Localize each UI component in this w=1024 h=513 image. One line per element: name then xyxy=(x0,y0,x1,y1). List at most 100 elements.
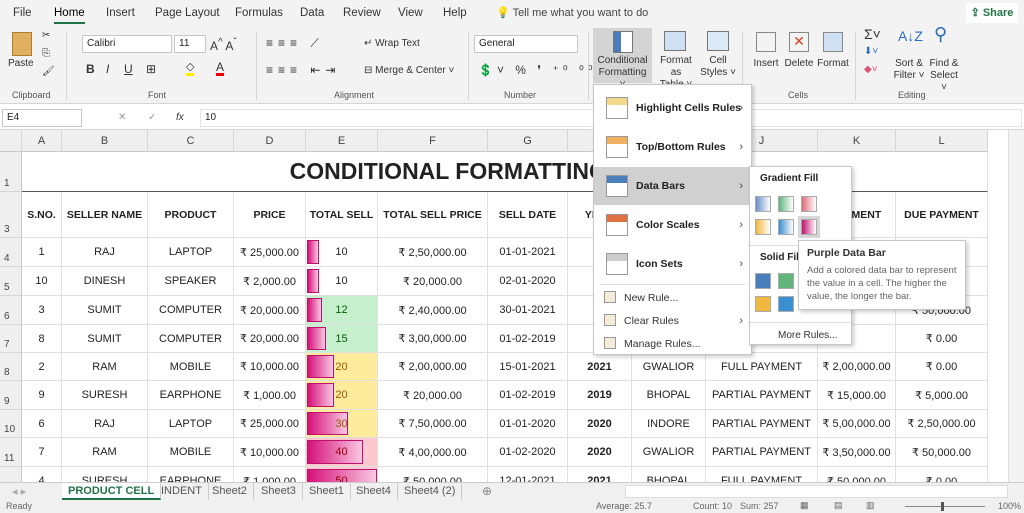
borders-icon[interactable]: ⊞ xyxy=(146,63,156,75)
table-cell[interactable]: ₹ 20,000.00 xyxy=(234,296,306,325)
table-cell[interactable]: RAJ xyxy=(62,238,148,267)
table-cell[interactable]: RAM xyxy=(62,353,148,381)
name-box[interactable]: E4 xyxy=(2,109,82,127)
table-cell[interactable]: GWALIOR xyxy=(632,353,706,381)
table-cell[interactable]: ₹ 0.00 xyxy=(896,467,988,482)
table-cell[interactable]: ₹ 2,40,000.00 xyxy=(378,296,488,325)
underline-icon[interactable]: U xyxy=(124,63,133,75)
solid-data-bar-option[interactable] xyxy=(778,273,794,289)
sheet-tab[interactable]: Sheet2 xyxy=(206,483,254,500)
table-cell[interactable]: ₹ 3,50,000.00 xyxy=(818,438,896,467)
share-button[interactable]: ⇪ Share xyxy=(966,3,1018,23)
table-cell[interactable]: 02-01-2020 xyxy=(488,267,568,296)
table-cell[interactable]: ₹ 25,000.00 xyxy=(234,238,306,267)
column-header-B[interactable]: B xyxy=(62,130,148,152)
paste-icon[interactable] xyxy=(12,32,32,56)
table-cell[interactable]: SURESH xyxy=(62,381,148,410)
table-cell[interactable]: ₹ 10,000.00 xyxy=(234,438,306,467)
total-sell-cell[interactable]: 12 xyxy=(306,296,378,325)
table-cell[interactable]: MOBILE xyxy=(148,438,234,467)
more-rules-item[interactable]: More Rules... xyxy=(778,330,837,341)
format-painter-icon[interactable]: 🖌 xyxy=(42,66,55,78)
add-sheet-icon[interactable]: ⊕ xyxy=(482,484,492,498)
table-cell[interactable]: ₹ 15,000.00 xyxy=(818,381,896,410)
sheet-tab[interactable]: Sheet1 xyxy=(303,483,351,500)
table-cell[interactable]: ₹ 50,000.00 xyxy=(818,467,896,482)
table-cell[interactable]: ₹ 20,000.00 xyxy=(234,325,306,353)
table-cell[interactable]: 7 xyxy=(22,438,62,467)
merge-center-button[interactable]: ⊟ Merge & Center ˅ xyxy=(364,65,454,77)
table-cell[interactable]: ₹ 5,00,000.00 xyxy=(818,410,896,438)
tab-data[interactable]: Data xyxy=(300,7,324,19)
select-all-button[interactable] xyxy=(0,130,22,152)
total-sell-cell[interactable]: 50 xyxy=(306,467,378,482)
table-cell[interactable]: ₹ 7,50,000.00 xyxy=(378,410,488,438)
total-sell-cell[interactable]: 10 xyxy=(306,238,378,267)
table-cell[interactable]: EARPHONE xyxy=(148,381,234,410)
table-cell[interactable]: ₹ 2,50,000.00 xyxy=(896,410,988,438)
zoom-slider[interactable] xyxy=(905,502,985,511)
column-header-E[interactable]: E xyxy=(306,130,378,152)
sheet-tab[interactable]: Sheet3 xyxy=(255,483,303,500)
cancel-icon[interactable]: ✕ xyxy=(118,112,126,124)
table-cell[interactable]: ₹ 50,000.00 xyxy=(378,467,488,482)
header-cell[interactable]: SELLER NAME xyxy=(62,192,148,238)
table-cell[interactable]: EARPHONE xyxy=(148,467,234,482)
column-header-A[interactable]: A xyxy=(22,130,62,152)
sheet-tab[interactable]: Sheet4 (2) xyxy=(398,483,463,500)
header-cell[interactable]: PRODUCT xyxy=(148,192,234,238)
table-cell[interactable]: BHOPAL xyxy=(632,467,706,482)
autosum-icon[interactable]: Σ˅ xyxy=(864,27,881,41)
table-cell[interactable]: ₹ 4,00,000.00 xyxy=(378,438,488,467)
table-cell[interactable]: 01-01-2021 xyxy=(488,238,568,267)
row-header-6[interactable]: 6 xyxy=(0,296,22,325)
total-sell-cell[interactable]: 15 xyxy=(306,325,378,353)
table-cell[interactable]: LAPTOP xyxy=(148,410,234,438)
table-cell[interactable]: ₹ 10,000.00 xyxy=(234,353,306,381)
row-header-5[interactable]: 5 xyxy=(0,267,22,296)
total-sell-cell[interactable]: 30 xyxy=(306,410,378,438)
vertical-scrollbar[interactable] xyxy=(1008,130,1024,482)
menu-item-icon-sets[interactable]: Icon Sets › xyxy=(594,245,751,283)
table-cell[interactable]: INDORE xyxy=(632,410,706,438)
row-header-12[interactable]: 12 xyxy=(0,467,22,482)
table-cell[interactable]: 01-02-2019 xyxy=(488,325,568,353)
insert-function-icon[interactable]: fx xyxy=(176,112,184,124)
gradient-data-bar-option[interactable] xyxy=(755,196,771,212)
table-cell[interactable]: GWALIOR xyxy=(632,438,706,467)
header-cell[interactable]: SELL DATE xyxy=(488,192,568,238)
table-cell[interactable]: COMPUTER xyxy=(148,325,234,353)
gradient-data-bar-option[interactable] xyxy=(798,216,820,238)
enter-icon[interactable]: ✓ xyxy=(148,112,156,124)
table-cell[interactable]: ₹ 2,50,000.00 xyxy=(378,238,488,267)
tab-page-layout[interactable]: Page Layout xyxy=(155,7,220,19)
paste-button[interactable]: Paste xyxy=(8,58,34,70)
solid-data-bar-option[interactable] xyxy=(755,273,771,289)
column-header-C[interactable]: C xyxy=(148,130,234,152)
clear-icon[interactable]: ◆˅ xyxy=(864,64,878,76)
table-cell[interactable]: ₹ 2,000.00 xyxy=(234,267,306,296)
table-cell[interactable]: 1 xyxy=(22,238,62,267)
cut-icon[interactable]: ✂ xyxy=(42,30,50,42)
table-cell[interactable]: 15-01-2021 xyxy=(488,353,568,381)
total-sell-cell[interactable]: 20 xyxy=(306,353,378,381)
row-header-9[interactable]: 9 xyxy=(0,381,22,410)
copy-icon[interactable]: ⎘ xyxy=(42,48,50,60)
menu-item-top-bottom-rules[interactable]: Top/Bottom Rules › xyxy=(594,128,751,166)
font-color-icon[interactable]: A xyxy=(216,61,225,76)
table-cell[interactable]: 8 xyxy=(22,325,62,353)
table-cell[interactable]: ₹ 2,00,000.00 xyxy=(818,353,896,381)
italic-icon[interactable]: I xyxy=(106,63,109,75)
conditional-formatting-button[interactable]: ConditionalFormatting ˅ xyxy=(593,28,652,90)
total-sell-cell[interactable]: 40 xyxy=(306,438,378,467)
table-cell[interactable]: 2021 xyxy=(568,467,632,482)
tab-home[interactable]: Home xyxy=(54,7,85,24)
table-cell[interactable]: RAJ xyxy=(62,410,148,438)
table-cell[interactable]: RAM xyxy=(62,438,148,467)
tab-review[interactable]: Review xyxy=(343,7,381,19)
align-icons-bottom[interactable]: ≡≡≡ ⇤⇥ xyxy=(266,64,340,76)
font-name-select[interactable]: Calibri xyxy=(82,35,172,53)
table-cell[interactable]: ₹ 20,000.00 xyxy=(378,267,488,296)
table-cell[interactable]: SUMIT xyxy=(62,325,148,353)
table-cell[interactable]: ₹ 25,000.00 xyxy=(234,410,306,438)
